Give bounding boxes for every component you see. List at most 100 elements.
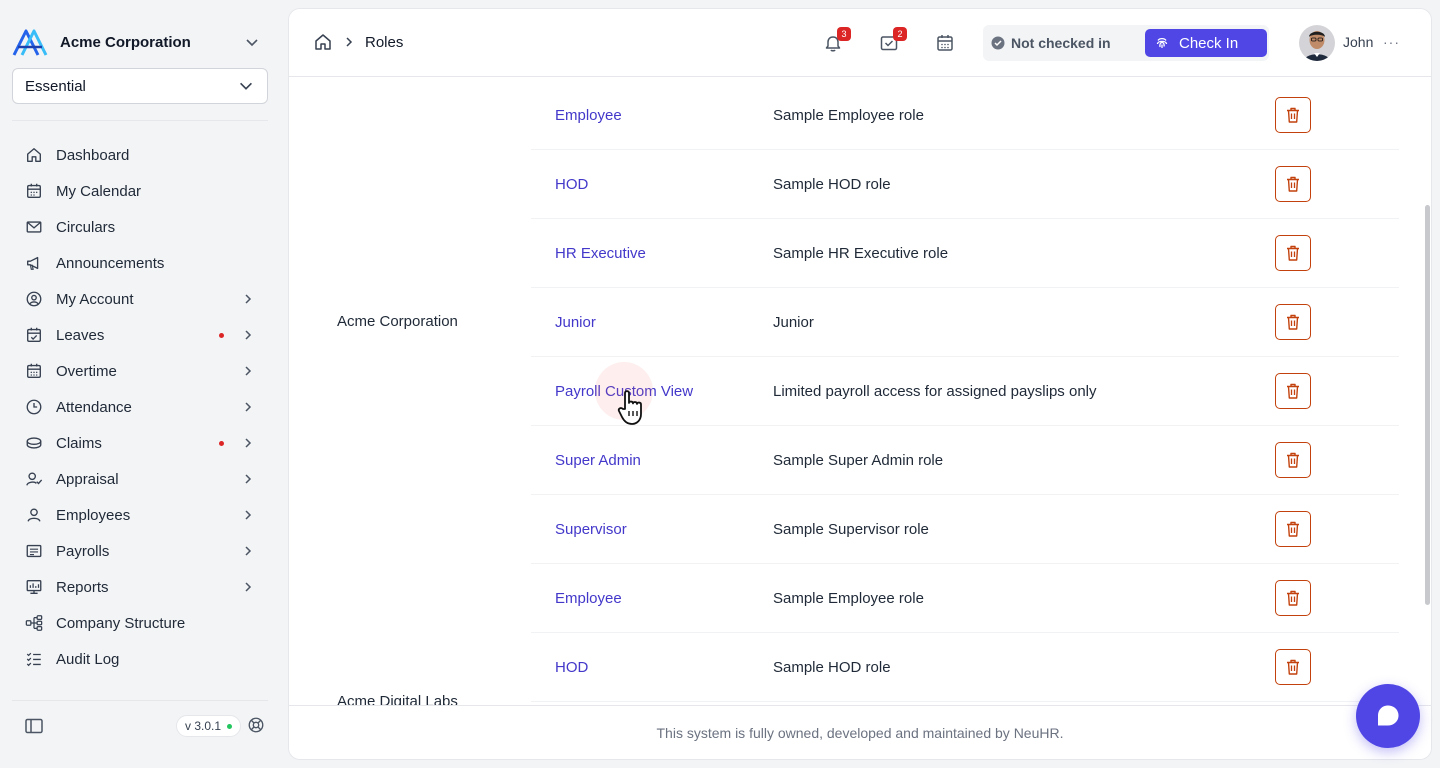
- trash-icon: [1287, 245, 1299, 261]
- role-link[interactable]: Junior: [555, 314, 596, 331]
- clock-icon: [24, 397, 44, 417]
- support-icon[interactable]: [247, 716, 265, 734]
- sidebar-item-label: Claims: [56, 434, 102, 452]
- delete-button[interactable]: [1275, 442, 1311, 478]
- sidebar-item-label: Employees: [56, 506, 131, 524]
- check-in-button[interactable]: Check In: [1145, 29, 1267, 57]
- sidebar-nav: Dashboard My Calendar Circulars Announce…: [12, 137, 268, 677]
- delete-button[interactable]: [1275, 373, 1311, 409]
- megaphone-icon: [24, 253, 44, 273]
- delete-button[interactable]: [1275, 649, 1311, 685]
- checkin-status: Not checked in: [991, 25, 1111, 61]
- checkin-widget: Not checked in Check In: [983, 25, 1269, 61]
- role-link[interactable]: HOD: [555, 176, 588, 193]
- chat-button[interactable]: [1356, 684, 1420, 748]
- divider: [12, 700, 268, 701]
- table-row: HOD Sample HOD role: [531, 633, 1399, 702]
- sidebar-toggle-icon[interactable]: [24, 716, 44, 736]
- check-circle-icon: [991, 36, 1005, 50]
- delete-button[interactable]: [1275, 166, 1311, 202]
- user-name[interactable]: John: [1343, 34, 1373, 50]
- sidebar-item-label: Circulars: [56, 218, 116, 236]
- organization-cell: Acme Corporation: [337, 313, 458, 330]
- sidebar-item-label: Appraisal: [56, 470, 119, 488]
- notifications-button[interactable]: 3: [823, 27, 851, 53]
- sidebar-item-announcements[interactable]: Announcements: [12, 245, 268, 281]
- home-icon: [24, 145, 44, 165]
- table-row: HR Executive Sample HR Executive role: [531, 219, 1399, 288]
- trash-icon: [1287, 314, 1299, 330]
- role-description: Junior: [773, 313, 814, 331]
- version-badge: v 3.0.1: [176, 715, 242, 737]
- chevron-right-icon: [240, 543, 256, 559]
- chevron-right-icon: [240, 435, 256, 451]
- role-link[interactable]: Supervisor: [555, 521, 627, 538]
- scrollbar[interactable]: [1425, 205, 1430, 605]
- chevron-right-icon: [240, 507, 256, 523]
- breadcrumb-current: Roles: [365, 33, 404, 51]
- home-icon[interactable]: [313, 32, 333, 52]
- company-switcher[interactable]: Acme Corporation: [12, 26, 268, 58]
- sidebar-item-label: Payrolls: [56, 542, 110, 560]
- role-link[interactable]: Employee: [555, 107, 622, 124]
- sidebar-item-attendance[interactable]: Attendance: [12, 389, 268, 425]
- sidebar-item-audit-log[interactable]: Audit Log: [12, 641, 268, 677]
- role-link[interactable]: HR Executive: [555, 245, 646, 262]
- table-row: Employee Sample Employee role: [531, 564, 1399, 633]
- hand-pointer-icon: [617, 390, 642, 425]
- role-description: Sample HOD role: [773, 175, 891, 193]
- footer: This system is fully owned, developed an…: [289, 705, 1431, 759]
- calendar-check-icon: [24, 325, 44, 345]
- notification-dot: [219, 332, 224, 338]
- sidebar-item-overtime[interactable]: Overtime: [12, 353, 268, 389]
- sidebar-item-label: Announcements: [56, 254, 165, 272]
- sidebar-item-label: Overtime: [56, 362, 117, 380]
- sidebar-item-appraisal[interactable]: Appraisal: [12, 461, 268, 497]
- user-menu-button[interactable]: ···: [1383, 34, 1400, 50]
- tasks-button[interactable]: 2: [879, 27, 907, 53]
- role-link[interactable]: Employee: [555, 590, 622, 607]
- sidebar-item-employees[interactable]: Employees: [12, 497, 268, 533]
- footer-text: This system is fully owned, developed an…: [656, 724, 1064, 741]
- trash-icon: [1287, 521, 1299, 537]
- sidebar-item-leaves[interactable]: Leaves: [12, 317, 268, 353]
- table-row: Junior Junior: [531, 288, 1399, 357]
- delete-button[interactable]: [1275, 580, 1311, 616]
- user-avatar-image: [1299, 25, 1335, 61]
- sidebar-item-payrolls[interactable]: Payrolls: [12, 533, 268, 569]
- sidebar-item-company-structure[interactable]: Company Structure: [12, 605, 268, 641]
- table-row: Supervisor Sample Supervisor role: [531, 495, 1399, 564]
- chevron-right-icon: [240, 291, 256, 307]
- hierarchy-icon: [24, 613, 44, 633]
- coins-icon: [24, 433, 44, 453]
- check-in-button-label: Check In: [1179, 34, 1239, 52]
- trash-icon: [1287, 590, 1299, 606]
- delete-button[interactable]: [1275, 97, 1311, 133]
- delete-button[interactable]: [1275, 511, 1311, 547]
- sidebar-item-claims[interactable]: Claims: [12, 425, 268, 461]
- sidebar-item-label: My Calendar: [56, 182, 142, 200]
- divider: [12, 120, 268, 121]
- role-link[interactable]: HOD: [555, 659, 588, 676]
- delete-button[interactable]: [1275, 235, 1311, 271]
- role-description: Limited payroll access for assigned pays…: [773, 382, 1097, 400]
- sidebar: Acme Corporation Essential Dashboard My …: [0, 0, 280, 768]
- calendar-button[interactable]: [935, 33, 955, 53]
- sidebar-item-my-account[interactable]: My Account: [12, 281, 268, 317]
- sidebar-item-label: Leaves: [56, 326, 105, 344]
- plan-select[interactable]: Essential: [12, 68, 268, 104]
- trash-icon: [1287, 107, 1299, 123]
- sidebar-item-circulars[interactable]: Circulars: [12, 209, 268, 245]
- trash-icon: [1287, 659, 1299, 675]
- sidebar-item-my-calendar[interactable]: My Calendar: [12, 173, 268, 209]
- version-label: v 3.0.1: [185, 719, 222, 733]
- sidebar-item-label: Company Structure: [56, 614, 186, 632]
- delete-button[interactable]: [1275, 304, 1311, 340]
- role-link[interactable]: Super Admin: [555, 452, 641, 469]
- sidebar-item-reports[interactable]: Reports: [12, 569, 268, 605]
- sidebar-item-label: My Account: [56, 290, 134, 308]
- avatar[interactable]: [1299, 25, 1335, 61]
- notifications-count-badge: 3: [837, 27, 851, 41]
- sidebar-item-dashboard[interactable]: Dashboard: [12, 137, 268, 173]
- sidebar-item-label: Dashboard: [56, 146, 130, 164]
